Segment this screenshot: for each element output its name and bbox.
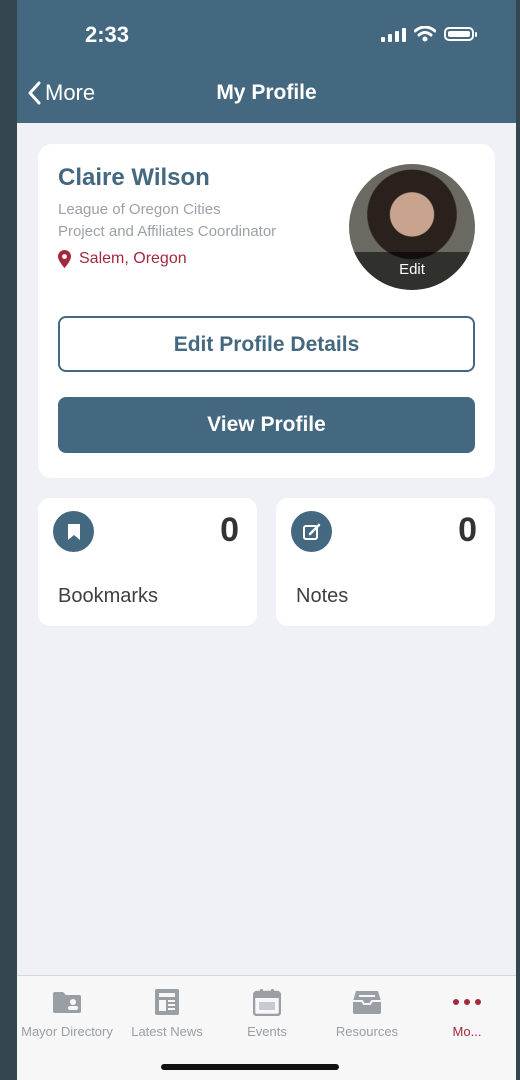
status-icons — [381, 26, 477, 42]
notes-tile[interactable]: 0 Notes — [276, 498, 495, 626]
folder-id-icon — [17, 986, 117, 1018]
location-pin-icon — [58, 250, 71, 268]
notes-count: 0 — [458, 511, 477, 549]
tab-events[interactable]: Events — [217, 986, 317, 1039]
wifi-icon — [414, 26, 436, 42]
battery-icon — [444, 27, 477, 41]
header-bar: 2:33 More My Profile — [17, 0, 516, 123]
profile-card: Claire Wilson League of Oregon Cities Pr… — [38, 144, 495, 478]
avatar-edit-label[interactable]: Edit — [349, 252, 475, 290]
tab-label: Mayor Directory — [21, 1024, 113, 1039]
profile-location: Salem, Oregon — [58, 250, 187, 268]
bookmarks-count: 0 — [220, 511, 239, 549]
newspaper-icon — [117, 986, 217, 1018]
bookmarks-label: Bookmarks — [58, 585, 159, 607]
signal-icon — [381, 27, 406, 42]
app-screen: 2:33 More My Profile Claire Wilson Leagu… — [17, 0, 516, 1080]
status-time: 2:33 — [85, 22, 130, 47]
edit-note-icon — [291, 511, 332, 552]
page-title: My Profile — [216, 81, 317, 104]
more-dots-icon — [417, 986, 516, 1018]
bookmarks-tile[interactable]: 0 Bookmarks — [38, 498, 257, 626]
bookmark-icon — [53, 511, 94, 552]
tab-label: Mo... — [452, 1024, 482, 1039]
profile-organization: League of Oregon Cities — [58, 201, 221, 218]
edit-profile-button[interactable]: Edit Profile Details — [58, 316, 475, 372]
avatar[interactable]: Edit — [349, 164, 475, 290]
location-text: Salem, Oregon — [79, 250, 187, 267]
tab-mayor-directory[interactable]: Mayor Directory — [17, 986, 117, 1039]
tab-more[interactable]: Mo... — [417, 986, 516, 1039]
tab-resources[interactable]: Resources — [317, 986, 417, 1039]
home-indicator — [161, 1064, 339, 1070]
tab-label: Latest News — [131, 1024, 203, 1039]
calendar-icon — [217, 986, 317, 1018]
notes-label: Notes — [296, 585, 349, 607]
tab-latest-news[interactable]: Latest News — [117, 986, 217, 1039]
inbox-tray-icon — [317, 986, 417, 1018]
tab-label: Resources — [335, 1024, 399, 1039]
profile-name: Claire Wilson — [58, 164, 210, 191]
view-profile-button[interactable]: View Profile — [58, 397, 475, 453]
profile-role: Project and Affiliates Coordinator — [58, 223, 277, 240]
tab-label: Events — [247, 1024, 287, 1039]
